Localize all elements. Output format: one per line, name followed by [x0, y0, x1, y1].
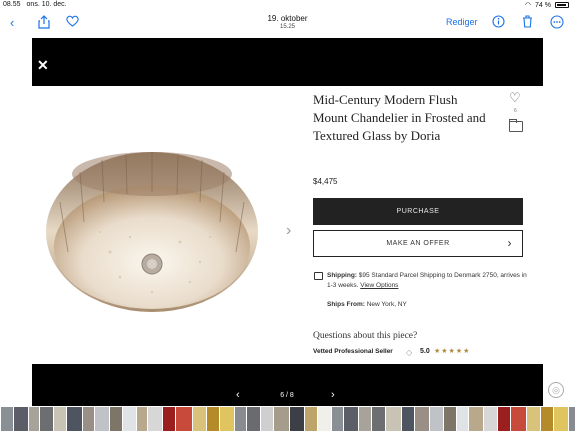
status-date: ons. 10. dec. [26, 1, 67, 8]
thumbnail[interactable] [469, 407, 483, 431]
thumbnail[interactable] [430, 407, 443, 431]
favorite-heart-icon[interactable]: ♡ [509, 90, 521, 106]
edit-button[interactable]: Rediger [446, 17, 478, 27]
ships-from-label: Ships From: [327, 301, 365, 308]
thumbnail[interactable] [148, 407, 162, 431]
thumbnail[interactable] [163, 407, 175, 431]
next-arrow-icon[interactable]: › [331, 389, 335, 401]
seller-rating: 5.0 [420, 348, 430, 355]
listing-title: Mid-Century Modern Flush Mount Chandelie… [313, 92, 486, 143]
more-icon[interactable] [550, 15, 564, 33]
shipping-text: $95 Standard Parcel Shipping to Denmark … [327, 272, 527, 289]
folder-icon[interactable] [509, 119, 523, 132]
thumbnail[interactable] [261, 407, 273, 431]
thumbnail[interactable] [457, 407, 468, 431]
trash-icon[interactable] [522, 15, 533, 32]
chevron-right-icon: › [507, 236, 512, 250]
shipping-box-icon [314, 272, 323, 280]
thumbnail[interactable] [332, 407, 343, 431]
photo-time: 15.25 [279, 24, 295, 30]
status-time: 08.55 [3, 1, 21, 8]
battery-percent: 74 % [535, 1, 551, 9]
next-image-arrow-icon[interactable]: › [286, 222, 291, 240]
thumbnail[interactable] [386, 407, 401, 431]
thumbnail-strip [0, 407, 575, 431]
thumbnail[interactable] [83, 407, 94, 431]
thumbnail[interactable] [444, 407, 456, 431]
thumbnail[interactable] [290, 407, 304, 431]
questions-link[interactable]: Questions about this piece? [313, 331, 417, 341]
photo-date: 19. oktober [267, 14, 308, 23]
prev-arrow-icon[interactable]: ‹ [236, 389, 240, 401]
thumbnail[interactable] [318, 407, 331, 431]
thumbnail[interactable] [511, 407, 526, 431]
thumbnail[interactable] [527, 407, 540, 431]
chandelier-image [46, 152, 258, 312]
pager-count: 6 / 8 [280, 392, 294, 399]
thumbnail[interactable] [247, 407, 260, 431]
shipping-label: Shipping: [327, 272, 357, 279]
modal-top-bar [32, 38, 543, 86]
thumbnail[interactable] [207, 407, 219, 431]
ships-from-value: New York, NY [366, 301, 407, 308]
status-bar: 08.55 ons. 10. dec. ◠ 74 % [0, 0, 575, 10]
thumbnail[interactable] [274, 407, 289, 431]
thumbnail[interactable] [14, 407, 28, 431]
modal-bottom-bar [32, 364, 543, 406]
thumbnail[interactable] [1, 407, 13, 431]
photos-toolbar: ‹ 19. oktober 15.25 Rediger [0, 11, 575, 35]
thumbnail[interactable] [29, 407, 39, 431]
thumbnail[interactable] [176, 407, 192, 431]
info-icon[interactable] [492, 15, 505, 32]
listing-price: $4,475 [313, 177, 338, 186]
thumbnail[interactable] [193, 407, 206, 431]
thumbnail[interactable] [498, 407, 510, 431]
thumbnail[interactable] [305, 407, 317, 431]
thumbnail[interactable] [554, 407, 568, 431]
live-text-icon[interactable]: ◎ [548, 382, 564, 398]
thumbnail[interactable] [220, 407, 234, 431]
shipping-info: Shipping: $95 Standard Parcel Shipping t… [327, 271, 527, 291]
close-icon[interactable]: ✕ [37, 57, 49, 73]
favorite-count: 6 [514, 108, 517, 114]
photo-viewer: 08.55 ons. 10. dec. ◠ 74 % ‹ 19. oktober… [0, 0, 575, 431]
purchase-button[interactable]: PURCHASE [313, 198, 523, 225]
make-offer-label: MAKE AN OFFER [386, 240, 450, 247]
thumbnail[interactable] [402, 407, 414, 431]
thumbnail[interactable] [372, 407, 385, 431]
thumbnail[interactable] [359, 407, 371, 431]
thumbnail[interactable] [123, 407, 136, 431]
thumbnail[interactable] [67, 407, 82, 431]
rating-stars: ★★★★★ [434, 348, 471, 355]
thumbnail[interactable] [110, 407, 122, 431]
thumbnail[interactable] [40, 407, 53, 431]
wifi-icon: ◠ [524, 2, 532, 9]
diamond-icon: ◇ [406, 348, 413, 357]
thumbnail[interactable] [95, 407, 109, 431]
thumbnail[interactable] [484, 407, 497, 431]
thumbnail[interactable] [137, 407, 147, 431]
thumbnail[interactable] [344, 407, 358, 431]
view-options-link[interactable]: View Options [360, 282, 398, 289]
thumbnail[interactable] [54, 407, 66, 431]
thumbnail[interactable] [415, 407, 429, 431]
make-offer-button[interactable]: MAKE AN OFFER › [313, 230, 523, 257]
thumbnail[interactable] [541, 407, 553, 431]
ships-from: Ships From: New York, NY [327, 301, 407, 308]
thumbnail[interactable] [235, 407, 246, 431]
battery-icon [555, 2, 569, 8]
seller-label: Vetted Professional Seller [313, 348, 393, 355]
thumbnail[interactable] [569, 407, 575, 431]
